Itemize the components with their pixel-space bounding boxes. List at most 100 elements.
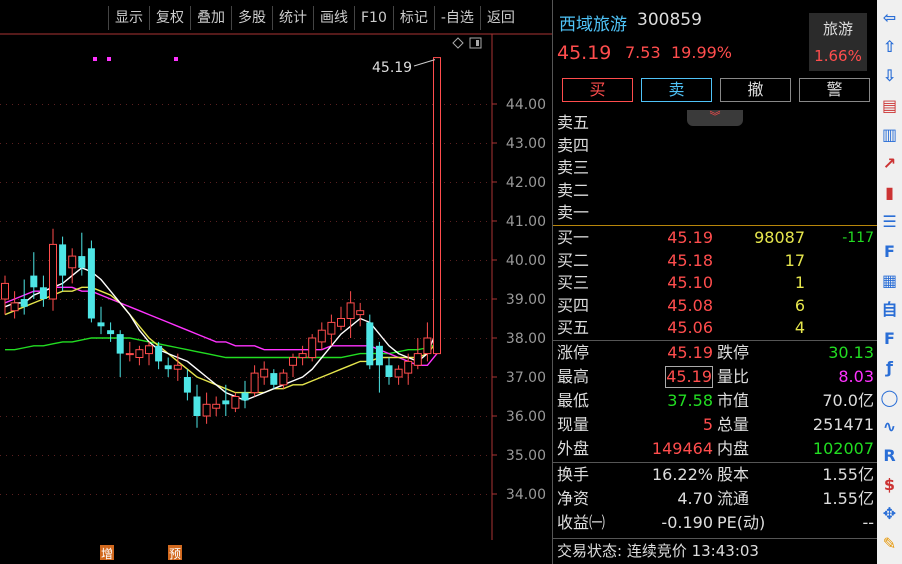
grid-dot [318,143,319,144]
grid-dot [234,299,235,300]
cancel-button[interactable]: 撤 [720,78,791,102]
event-marker-label: 增 [101,547,113,561]
arrow-left-icon[interactable]: ⇦ [880,8,899,27]
stock-code: 300859 [637,10,702,30]
signal-dot [107,57,111,61]
event-marker-label: 预 [169,547,181,561]
candle-body [231,396,240,409]
grid-dot [36,338,37,339]
candle-body [308,337,317,358]
rsi-icon[interactable]: R [880,446,899,465]
dollar-icon[interactable]: $ [880,475,899,494]
grid-dot [60,221,61,222]
grid-dot [252,182,253,183]
grid-dot [162,377,163,378]
grid-dot [174,260,175,261]
grid-dot [24,260,25,261]
window-icon[interactable] [469,37,482,49]
grid-dot [162,455,163,456]
line-chart-icon[interactable]: ↗ [880,154,899,173]
toolbar-item[interactable]: 统计 [272,6,313,30]
circle-icon[interactable]: ◯ [880,388,899,407]
grid-dot [204,104,205,105]
grid-dot [324,299,325,300]
grid-dot [216,455,217,456]
grid-dot [84,143,85,144]
stat-label: 外盘 [557,439,590,458]
arrow-up-icon[interactable]: ⇧ [880,37,899,56]
grid-dot [132,494,133,495]
f12-icon[interactable]: F [880,329,899,348]
grid-dot [264,494,265,495]
diamond-icon[interactable] [452,37,464,49]
grid-dot [468,494,469,495]
toolbar-item[interactable]: F10 [354,6,393,30]
stat-label: 量比 [717,367,750,386]
alert-button[interactable]: 警 [799,78,870,102]
grid-dot [384,104,385,105]
toolbar-item[interactable]: -自选 [433,6,480,30]
move-icon[interactable]: ✥ [880,504,899,523]
self-select-icon[interactable]: 自 [880,300,899,319]
bid-price: 45.19 [667,228,713,247]
collapse-handle[interactable]: ︾ [687,110,743,126]
grid-dot [258,143,259,144]
bar-chart-icon[interactable]: ▥ [880,125,899,144]
grid-dot [30,299,31,300]
candlestick-icon[interactable]: ▮ [880,183,899,202]
grid-dot [90,455,91,456]
price-change-pct: 19.99% [671,43,733,62]
grid-dot [384,416,385,417]
grid-dot [486,494,487,495]
kline-chart[interactable]: 44.00 43.00 42.00 41.00 40.00 39.00 38.00 37.00… [0,0,552,564]
grid-dot [24,416,25,417]
list-icon[interactable]: ☰ [880,212,899,231]
grid-dot [126,104,127,105]
grid-dot [138,299,139,300]
toolbar-item[interactable]: 返回 [479,6,521,30]
grid-dot [354,143,355,144]
arrow-down-icon[interactable]: ⇩ [880,66,899,85]
f10-icon[interactable]: F [880,242,899,261]
grid-dot [90,143,91,144]
grid-dot [378,377,379,378]
function-icon[interactable]: ƒ [880,358,899,377]
sell-button[interactable]: 卖 [641,78,712,102]
grid-dot [330,416,331,417]
grid-dot [468,455,469,456]
grid-dot [60,455,61,456]
toolbar-item[interactable]: 显示 [108,6,149,30]
fund-label: PE(动) [717,513,766,532]
book-icon[interactable]: ▤ [880,96,899,115]
grid-dot [72,377,73,378]
grid-dot [276,299,277,300]
grid-dot [228,143,229,144]
toolbar-item[interactable]: 画线 [313,6,354,30]
grid-dot [486,338,487,339]
grid-dot [378,143,379,144]
stat-value: 45.19 [667,343,713,362]
grid-dot [84,104,85,105]
toolbar-item[interactable]: 多股 [231,6,272,30]
grid-dot [414,182,415,183]
grid-dot [282,104,283,105]
grid-dot [162,494,163,495]
toolbar-item[interactable]: 叠加 [190,6,231,30]
sector-box[interactable]: 旅游 1.66% [809,13,867,71]
grid-dot [402,221,403,222]
grid-dot [360,338,361,339]
grid-dot [366,221,367,222]
bid-volume: 4 [794,318,805,337]
grid-dot [366,416,367,417]
toolbar-item[interactable]: 标记 [392,6,434,30]
grid-dot [342,143,343,144]
buy-button[interactable]: 买 [562,78,633,102]
layers-icon[interactable]: ▦ [880,271,899,290]
pencil-icon[interactable]: ✎ [880,534,899,553]
toolbar-item[interactable]: 复权 [149,6,190,30]
ask-label: 卖四 [557,135,590,155]
grid-dot [318,104,319,105]
wave-icon[interactable]: ∿ [880,417,899,436]
grid-dot [360,260,361,261]
grid-dot [174,494,175,495]
